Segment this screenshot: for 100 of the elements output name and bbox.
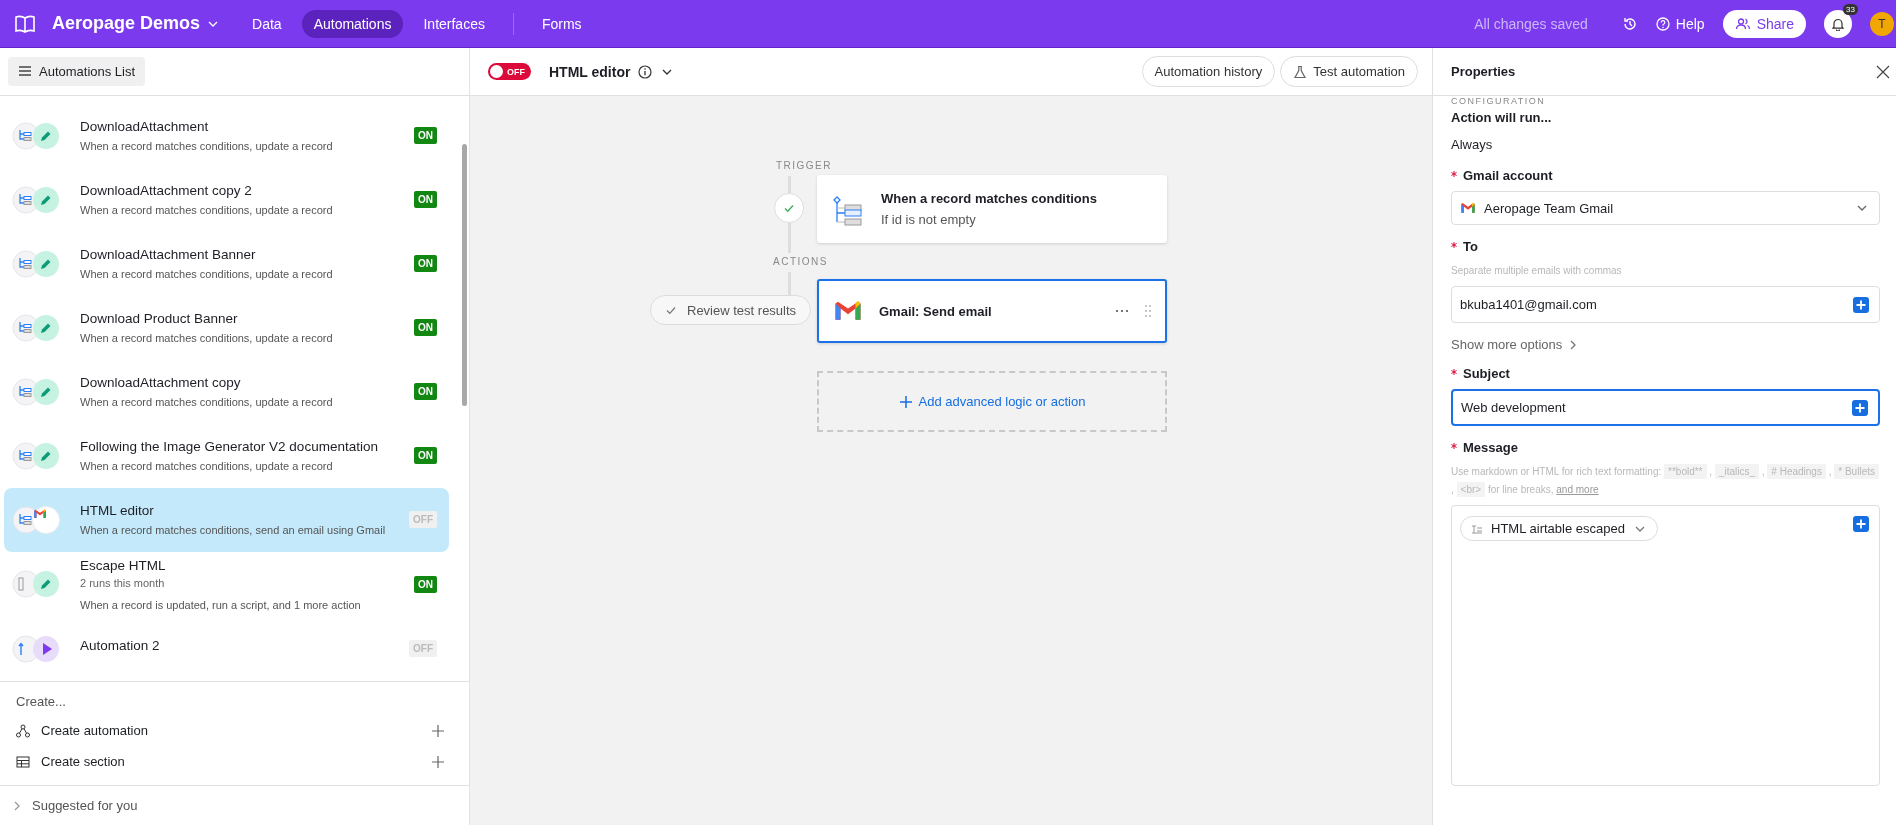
plus-icon[interactable] — [431, 754, 445, 769]
trigger-title: When a record matches conditions — [881, 191, 1097, 206]
text-field[interactable]: bkuba1401@gmail.com — [1451, 286, 1880, 323]
user-avatar[interactable]: T — [1870, 11, 1894, 36]
automation-list-item[interactable]: DownloadAttachment When a record matches conditions, update a record ON — [4, 103, 449, 168]
drag-handle-icon[interactable] — [1145, 305, 1151, 317]
info-icon[interactable] — [638, 64, 653, 79]
automation-name: Escape HTML — [80, 557, 167, 573]
automation-description: When a record is updated, run a script, and 1 more action — [80, 598, 362, 611]
action-title: Gmail: Send email — [879, 303, 993, 319]
share-button[interactable]: Share — [1722, 9, 1806, 38]
automation-list-item[interactable]: Following the Image Generator V2 documentation When a record matches conditions, update a record ON — [4, 423, 449, 488]
add-action-button[interactable]: Add advanced logic or action — [817, 371, 1167, 432]
help-icon — [1655, 16, 1670, 31]
field-label: Action will run... — [1451, 110, 1553, 125]
play-icon — [32, 634, 60, 663]
message-editor[interactable]: HTML airtable escaped — [1451, 505, 1880, 786]
bell-icon — [1831, 16, 1845, 31]
automation-description: When a record matches conditions, send an email using Gmail — [80, 524, 387, 537]
gmail-icon — [33, 506, 47, 521]
toolbar-button[interactable]: Automation history — [1141, 56, 1276, 87]
help-button[interactable]: Help — [1655, 15, 1705, 32]
table-icon — [16, 754, 30, 769]
suggested-link[interactable]: Suggested for you — [32, 798, 138, 813]
scrollbar[interactable] — [462, 143, 467, 406]
panel-title: Properties — [1451, 64, 1516, 79]
nav-tab[interactable]: Automations — [301, 9, 404, 38]
automation-description: When a record matches conditions, update a record — [80, 396, 334, 409]
automation-description: When a record matches conditions, update a record — [80, 332, 334, 345]
automation-list-item[interactable]: DownloadAttachment Banner When a record matches conditions, update a record ON — [4, 231, 449, 296]
status-badge[interactable]: ON — [414, 255, 437, 273]
pencil-icon — [32, 121, 60, 150]
automation-description: When a record matches conditions, update a record — [80, 460, 334, 473]
field-label: To — [1463, 239, 1478, 254]
people-icon — [1734, 16, 1751, 31]
automation-name: HTML editor — [80, 503, 155, 519]
check-icon — [665, 304, 677, 316]
status-badge[interactable]: ON — [414, 191, 437, 209]
automation-list-item[interactable]: DownloadAttachment copy 2 When a record matches conditions, update a record ON — [4, 167, 449, 232]
status-badge[interactable]: ON — [414, 319, 437, 337]
pencil-icon — [32, 377, 60, 406]
trigger-label: TRIGGER — [774, 160, 832, 171]
field-label: Message — [1463, 440, 1518, 455]
review-test-results-button[interactable]: Review test results — [650, 295, 812, 325]
automation-description: When a record matches conditions, update a record — [80, 204, 334, 217]
actions-label: ACTIONS — [772, 256, 828, 267]
add-icon[interactable] — [1853, 516, 1869, 532]
show-more-options-link[interactable]: Show more options — [1451, 337, 1880, 352]
save-status: All changes saved — [1474, 15, 1588, 32]
automation-name: Automation 2 — [80, 638, 161, 654]
status-badge[interactable]: ON — [414, 383, 437, 401]
pencil-icon — [32, 570, 60, 599]
toggle-switch[interactable]: OFF — [488, 63, 531, 80]
toolbar-button[interactable]: Test automation — [1280, 56, 1418, 87]
trigger-card[interactable]: When a record matches conditions If id is not empty — [817, 175, 1167, 243]
close-icon[interactable] — [1876, 64, 1890, 79]
account-select[interactable]: Aeropage Team Gmail — [1451, 191, 1880, 225]
trigger-condition: If id is not empty — [881, 212, 977, 227]
automations-list-button[interactable]: Automations List — [8, 56, 146, 86]
section-heading: CONFIGURATION — [1451, 96, 1547, 106]
workspace-name[interactable]: Aeropage Demos — [52, 13, 201, 34]
automation-name: DownloadAttachment copy — [80, 375, 242, 391]
automation-description: When a record matches conditions, update a record — [80, 140, 334, 153]
pencil-icon — [32, 313, 60, 342]
automation-name: DownloadAttachment — [80, 119, 210, 135]
flask-icon — [1293, 64, 1308, 79]
status-badge[interactable]: ON — [414, 447, 437, 465]
run-count: 2 runs this month — [80, 576, 166, 589]
create-link[interactable]: Create automation — [41, 723, 420, 738]
automation-title: HTML editor — [549, 63, 631, 80]
pencil-icon — [32, 249, 60, 278]
automation-list-item[interactable]: DownloadAttachment copy When a record matches conditions, update a record ON — [4, 359, 449, 424]
text-field-icon — [1471, 523, 1483, 534]
create-link[interactable]: Create section — [41, 754, 420, 769]
book-icon[interactable] — [14, 13, 36, 34]
gmail-icon — [1460, 200, 1476, 216]
nav-tab[interactable]: Forms — [529, 9, 594, 38]
nodes-icon — [16, 723, 30, 738]
status-badge[interactable]: ON — [414, 575, 437, 593]
notification-count-badge: 33 — [1843, 3, 1858, 15]
pencil-icon — [32, 185, 60, 214]
action-card[interactable]: Gmail: Send email — [817, 279, 1167, 343]
history-icon[interactable] — [1621, 15, 1638, 32]
automation-list-item[interactable]: Escape HTML 2 runs this month When a record is updated, run a script, and 1 more action ON — [4, 551, 449, 617]
section-heading: Create... — [16, 694, 67, 709]
field-label: Gmail account — [1463, 168, 1553, 183]
text-field[interactable]: Web development — [1451, 389, 1880, 426]
more-icon[interactable] — [1115, 309, 1129, 313]
automation-name: DownloadAttachment Banner — [80, 247, 257, 263]
field-label: Subject — [1463, 366, 1510, 381]
check-icon — [783, 202, 795, 214]
plus-icon[interactable] — [431, 723, 445, 738]
nav-tab[interactable]: Interfaces — [411, 9, 497, 38]
automation-name: Following the Image Generator V2 documentation — [80, 439, 379, 455]
automation-list-item[interactable]: Download Product Banner When a record matches conditions, update a record ON — [4, 295, 449, 360]
add-icon[interactable] — [1853, 296, 1869, 313]
status-badge[interactable]: ON — [414, 127, 437, 145]
automation-name: Download Product Banner — [80, 311, 239, 327]
nav-tab[interactable]: Data — [240, 9, 294, 38]
add-icon[interactable] — [1852, 399, 1868, 416]
